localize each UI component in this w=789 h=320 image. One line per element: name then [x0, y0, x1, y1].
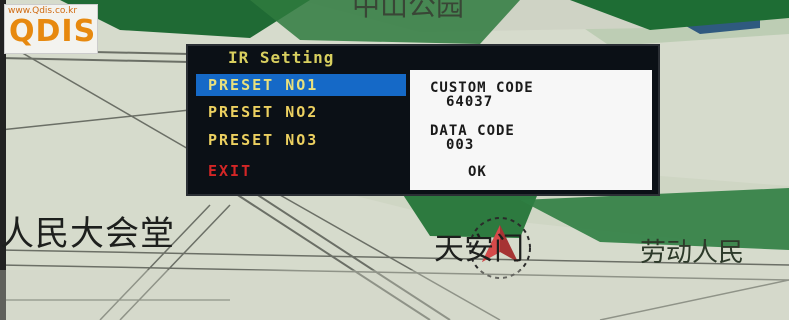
- map-label-park: 中山公园: [352, 0, 465, 22]
- logo-text: QDIS: [9, 14, 97, 49]
- screen: 中山公园 人民大会堂 天安门 劳动人民 www.Qdis.co.kr QDIS …: [0, 0, 789, 320]
- menu-item-exit[interactable]: EXIT: [196, 160, 406, 182]
- menu-item-preset-no3[interactable]: PRESET NO3: [196, 129, 406, 151]
- menu-item-preset-no2[interactable]: PRESET NO2: [196, 101, 406, 123]
- dialog-title: IR Setting: [228, 48, 335, 67]
- map-label-tiananmen: 天安门: [434, 232, 524, 267]
- data-code-value: 003: [446, 137, 475, 153]
- code-info-panel: CUSTOM CODE 64037 DATA CODE 003 OK: [410, 70, 652, 190]
- ok-button[interactable]: OK: [468, 164, 487, 180]
- menu-item-preset-no1[interactable]: PRESET NO1: [196, 74, 406, 96]
- qdis-logo: www.Qdis.co.kr QDIS: [4, 4, 98, 54]
- map-label-great-hall: 人民大会堂: [0, 214, 175, 254]
- custom-code-value: 64037: [446, 94, 494, 110]
- map-label-workers: 劳动人民: [640, 238, 745, 268]
- ir-setting-dialog: IR Setting PRESET NO1 PRESET NO2 PRESET …: [186, 44, 660, 196]
